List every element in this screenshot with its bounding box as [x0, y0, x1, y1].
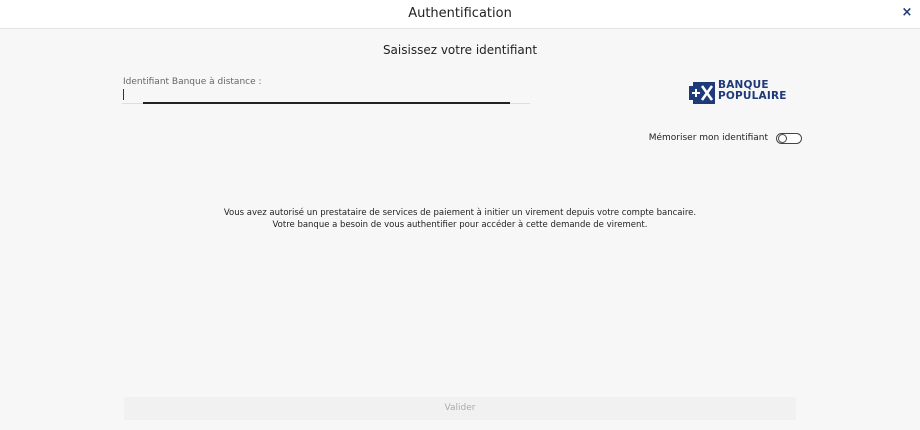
- brand-line-1: BANQUE: [718, 79, 769, 91]
- plus-x-logo-icon: [689, 82, 715, 104]
- remember-identifier-row: Mémoriser mon identifiant: [649, 130, 802, 146]
- validate-button[interactable]: Valider: [124, 397, 796, 420]
- close-icon[interactable]: ×: [900, 5, 914, 21]
- info-line-2: Votre banque a besoin de vous authentifi…: [272, 220, 648, 230]
- brand-line-2: POPULAIRE: [718, 89, 787, 102]
- text-caret: [123, 89, 124, 100]
- form-subtitle: Saisissez votre identifiant: [382, 43, 538, 57]
- identifier-underline: [143, 102, 510, 104]
- identifier-label: Identifiant Banque à distance :: [123, 77, 262, 87]
- banque-populaire-logo: BANQUE POPULAIRE: [689, 79, 799, 107]
- remember-identifier-label: Mémoriser mon identifiant: [648, 133, 768, 143]
- toggle-knob: [778, 133, 787, 143]
- remember-identifier-toggle[interactable]: [776, 132, 802, 144]
- modal-title: Authentification: [408, 6, 512, 21]
- info-message: Vous avez autorisé un prestataire de ser…: [0, 207, 920, 231]
- info-line-1: Vous avez autorisé un prestataire de ser…: [223, 208, 697, 218]
- brand-wordmark: BANQUE POPULAIRE: [718, 80, 787, 101]
- modal-header: Authentification ×: [0, 0, 920, 29]
- identifier-input[interactable]: [122, 88, 526, 101]
